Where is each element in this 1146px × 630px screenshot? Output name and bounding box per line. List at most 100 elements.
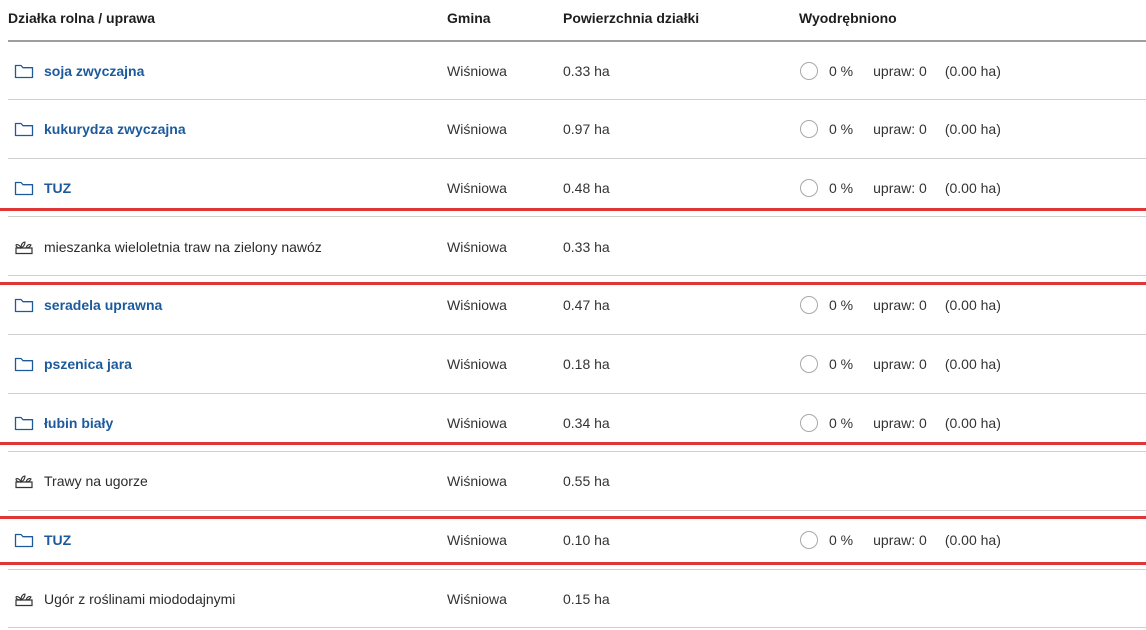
row-name-cell[interactable]: łubin biały [14, 415, 113, 431]
gmina-cell: Wiśniowa [447, 62, 507, 79]
gmina-cell: Wiśniowa [447, 121, 507, 138]
progress-circle-icon [800, 61, 818, 80]
area-cell: 0.33 ha [563, 62, 610, 79]
header-extracted: Wyodrębniono [799, 10, 897, 26]
table-row[interactable]: pszenica jara Wiśniowa 0.18 ha 0 % upraw: 0 (… [8, 336, 1146, 394]
gmina-cell: Wiśniowa [447, 238, 507, 255]
table-row[interactable]: Ugór z roślinami miododajnymi Wiśniowa 0.1… [8, 570, 1146, 629]
row-name-cell[interactable]: kukurydza zwyczajna [14, 121, 186, 137]
progress-circle-icon [800, 413, 818, 432]
extracted-cell: 0 % upraw: 0 (0.00 ha) [800, 355, 1001, 373]
crop-name: mieszanka wieloletnia traw na zielony na… [44, 238, 322, 255]
extracted-crop-count: upraw: 0 [873, 297, 927, 314]
extracted-cell: 0 % upraw: 0 (0.00 ha) [800, 413, 1001, 432]
extracted-cell: 0 % upraw: 0 (0.00 ha) [800, 178, 1001, 197]
extracted-cell: 0 % upraw: 0 (0.00 ha) [800, 61, 1001, 80]
table-row[interactable]: Trawy na ugorze Wiśniowa 0.55 ha [8, 453, 1146, 511]
extracted-cell: 0 % upraw: 0 (0.00 ha) [800, 120, 1001, 139]
crop-icon [14, 239, 34, 255]
extracted-crop-count: upraw: 0 [873, 532, 927, 549]
extracted-area: (0.00 ha) [944, 356, 1001, 372]
table-row[interactable]: soja zwyczajna Wiśniowa 0.33 ha 0 % upraw: 0… [8, 42, 1146, 100]
row-name-cell: mieszanka wieloletnia traw na zielony na… [14, 239, 322, 255]
folder-icon [14, 63, 34, 79]
crop-folder-link[interactable]: seradela uprawna [44, 297, 162, 313]
row-name-cell: Ugór z roślinami miododajnymi [14, 591, 235, 607]
crop-icon [14, 473, 34, 489]
extracted-crop-count: upraw: 0 [873, 356, 927, 372]
extracted-percent: 0 % [829, 179, 854, 196]
extracted-percent: 0 % [829, 414, 854, 431]
extracted-percent: 0 % [829, 356, 854, 372]
crop-icon [14, 591, 34, 607]
extracted-crop-count: upraw: 0 [873, 62, 927, 79]
row-name-cell[interactable]: TUZ [14, 532, 71, 548]
extracted-area: (0.00 ha) [944, 297, 1001, 314]
row-name-cell[interactable]: seradela uprawna [14, 297, 162, 313]
progress-circle-icon [800, 531, 818, 550]
header-area: Powierzchnia działki [563, 10, 700, 26]
extracted-area: (0.00 ha) [944, 414, 1001, 431]
row-name-cell[interactable]: TUZ [14, 180, 71, 196]
progress-circle-icon [800, 120, 818, 139]
folder-icon [14, 415, 34, 431]
area-cell: 0.55 ha [563, 473, 610, 490]
gmina-cell: Wiśniowa [447, 473, 507, 490]
highlight-line [0, 442, 1146, 445]
header-gmina: Gmina [447, 10, 491, 26]
gmina-cell: Wiśniowa [447, 179, 507, 196]
table-row[interactable]: TUZ Wiśniowa 0.10 ha 0 % upraw: 0 (0.00 ha) [8, 512, 1146, 570]
extracted-area: (0.00 ha) [944, 532, 1001, 549]
folder-icon [14, 356, 34, 372]
area-cell: 0.33 ha [563, 238, 610, 255]
crop-name: Ugór z roślinami miododajnymi [44, 590, 236, 607]
extracted-crop-count: upraw: 0 [873, 121, 927, 138]
highlight-line [0, 562, 1146, 565]
folder-icon [14, 121, 34, 137]
crop-folder-link[interactable]: soja zwyczajna [44, 63, 144, 79]
gmina-cell: Wiśniowa [447, 297, 507, 314]
progress-circle-icon [800, 178, 818, 197]
extracted-area: (0.00 ha) [944, 179, 1001, 196]
extracted-area: (0.00 ha) [944, 121, 1001, 138]
folder-icon [14, 180, 34, 196]
table-header: Działka rolna / uprawa Gmina Powierzchni… [8, 0, 1146, 42]
gmina-cell: Wiśniowa [447, 356, 507, 372]
extracted-crop-count: upraw: 0 [873, 414, 927, 431]
highlight-line [0, 516, 1146, 519]
area-cell: 0.15 ha [563, 590, 610, 607]
gmina-cell: Wiśniowa [447, 532, 507, 549]
area-cell: 0.97 ha [563, 121, 610, 138]
extracted-cell: 0 % upraw: 0 (0.00 ha) [800, 531, 1001, 550]
highlight-line [0, 208, 1146, 211]
table-row[interactable]: mieszanka wieloletnia traw na zielony na… [8, 218, 1146, 277]
gmina-cell: Wiśniowa [447, 590, 507, 607]
crop-folder-link[interactable]: TUZ [44, 532, 71, 548]
progress-circle-icon [800, 355, 818, 373]
table-row[interactable]: seradela uprawna Wiśniowa 0.47 ha 0 % upraw:… [8, 277, 1146, 335]
area-cell: 0.18 ha [563, 356, 610, 372]
highlight-line [0, 282, 1146, 285]
extracted-percent: 0 % [829, 121, 854, 138]
crop-folder-link[interactable]: łubin biały [44, 415, 113, 431]
extracted-percent: 0 % [829, 62, 854, 79]
extracted-percent: 0 % [829, 532, 854, 549]
extracted-crop-count: upraw: 0 [873, 179, 927, 196]
area-cell: 0.10 ha [563, 532, 610, 549]
crop-folder-link[interactable]: TUZ [44, 180, 71, 196]
folder-icon [14, 297, 34, 313]
table-row[interactable]: kukurydza zwyczajna Wiśniowa 0.97 ha 0 % upr… [8, 101, 1146, 159]
row-name-cell: Trawy na ugorze [14, 473, 148, 489]
row-name-cell[interactable]: pszenica jara [14, 356, 132, 372]
crop-folder-link[interactable]: pszenica jara [44, 356, 132, 372]
progress-circle-icon [800, 296, 818, 315]
header-name: Działka rolna / uprawa [8, 10, 156, 26]
crop-name: Trawy na ugorze [44, 473, 148, 490]
extracted-area: (0.00 ha) [944, 62, 1001, 79]
crop-folder-link[interactable]: kukurydza zwyczajna [44, 121, 186, 137]
extracted-cell: 0 % upraw: 0 (0.00 ha) [800, 296, 1001, 315]
extracted-percent: 0 % [829, 297, 854, 314]
area-cell: 0.47 ha [563, 297, 610, 314]
area-cell: 0.48 ha [563, 179, 610, 196]
row-name-cell[interactable]: soja zwyczajna [14, 63, 144, 79]
